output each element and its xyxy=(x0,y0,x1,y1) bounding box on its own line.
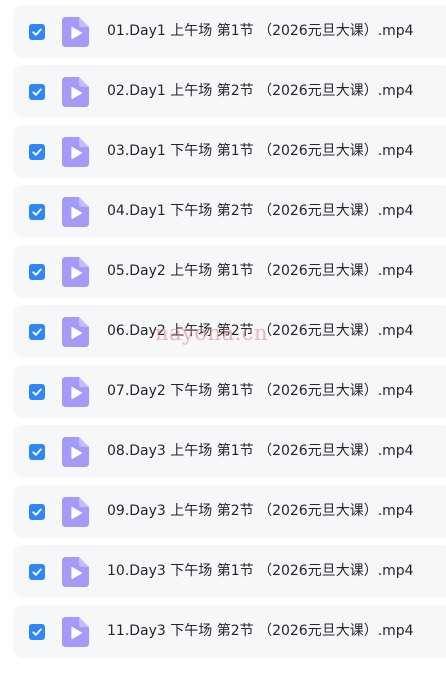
video-file-icon xyxy=(62,17,89,47)
video-file-icon xyxy=(62,497,89,527)
file-row[interactable]: 01.Day1 上午场 第1节 （2026元旦大课）.mp4 xyxy=(13,5,446,58)
file-name: 10.Day3 下午场 第1节 （2026元旦大课）.mp4 xyxy=(107,563,414,579)
file-name: 06.Day2 上午场 第2节 （2026元旦大课）.mp4 xyxy=(107,323,414,339)
file-row[interactable]: 03.Day1 下午场 第1节 （2026元旦大课）.mp4 xyxy=(13,125,446,178)
file-name: 02.Day1 上午场 第2节 （2026元旦大课）.mp4 xyxy=(107,83,414,99)
video-file-icon xyxy=(62,437,89,467)
file-row[interactable]: 06.Day2 上午场 第2节 （2026元旦大课）.mp4 xyxy=(13,305,446,358)
checkbox-checked[interactable] xyxy=(29,564,45,580)
file-name: 11.Day3 下午场 第2节 （2026元旦大课）.mp4 xyxy=(107,623,414,639)
file-row[interactable]: 02.Day1 上午场 第2节 （2026元旦大课）.mp4 xyxy=(13,65,446,118)
check-icon xyxy=(32,448,42,456)
file-name: 08.Day3 上午场 第1节 （2026元旦大课）.mp4 xyxy=(107,443,414,459)
file-name: 03.Day1 下午场 第1节 （2026元旦大课）.mp4 xyxy=(107,143,414,159)
check-icon xyxy=(32,628,42,636)
file-row[interactable]: 11.Day3 下午场 第2节 （2026元旦大课）.mp4 xyxy=(13,605,446,658)
check-icon xyxy=(32,508,42,516)
video-file-icon xyxy=(62,257,89,287)
checkbox-checked[interactable] xyxy=(29,324,45,340)
check-icon xyxy=(32,88,42,96)
video-file-icon xyxy=(62,137,89,167)
video-file-icon xyxy=(62,617,89,647)
checkbox-checked[interactable] xyxy=(29,384,45,400)
file-row[interactable]: 04.Day1 下午场 第2节 （2026元旦大课）.mp4 xyxy=(13,185,446,238)
check-icon xyxy=(32,208,42,216)
check-icon xyxy=(32,28,42,36)
checkbox-checked[interactable] xyxy=(29,624,45,640)
checkbox-checked[interactable] xyxy=(29,264,45,280)
file-name: 09.Day3 上午场 第2节 （2026元旦大课）.mp4 xyxy=(107,503,414,519)
file-list: 01.Day1 上午场 第1节 （2026元旦大课）.mp4 02.Day1 上午… xyxy=(0,0,446,674)
file-row[interactable]: 09.Day3 上午场 第2节 （2026元旦大课）.mp4 xyxy=(13,485,446,538)
checkbox-checked[interactable] xyxy=(29,144,45,160)
checkbox-checked[interactable] xyxy=(29,504,45,520)
file-name: 01.Day1 上午场 第1节 （2026元旦大课）.mp4 xyxy=(107,23,414,39)
file-row[interactable]: 05.Day2 上午场 第1节 （2026元旦大课）.mp4 xyxy=(13,245,446,298)
file-name: 07.Day2 下午场 第1节 （2026元旦大课）.mp4 xyxy=(107,383,414,399)
file-row[interactable]: 07.Day2 下午场 第1节 （2026元旦大课）.mp4 xyxy=(13,365,446,418)
checkbox-checked[interactable] xyxy=(29,444,45,460)
video-file-icon xyxy=(62,77,89,107)
check-icon xyxy=(32,268,42,276)
check-icon xyxy=(32,568,42,576)
check-icon xyxy=(32,388,42,396)
file-name: 05.Day2 上午场 第1节 （2026元旦大课）.mp4 xyxy=(107,263,414,279)
video-file-icon xyxy=(62,557,89,587)
check-icon xyxy=(32,148,42,156)
checkbox-checked[interactable] xyxy=(29,24,45,40)
checkbox-checked[interactable] xyxy=(29,204,45,220)
check-icon xyxy=(32,328,42,336)
file-row[interactable]: 10.Day3 下午场 第1节 （2026元旦大课）.mp4 xyxy=(13,545,446,598)
video-file-icon xyxy=(62,377,89,407)
file-row[interactable]: 08.Day3 上午场 第1节 （2026元旦大课）.mp4 xyxy=(13,425,446,478)
file-name: 04.Day1 下午场 第2节 （2026元旦大课）.mp4 xyxy=(107,203,414,219)
video-file-icon xyxy=(62,197,89,227)
checkbox-checked[interactable] xyxy=(29,84,45,100)
video-file-icon xyxy=(62,317,89,347)
